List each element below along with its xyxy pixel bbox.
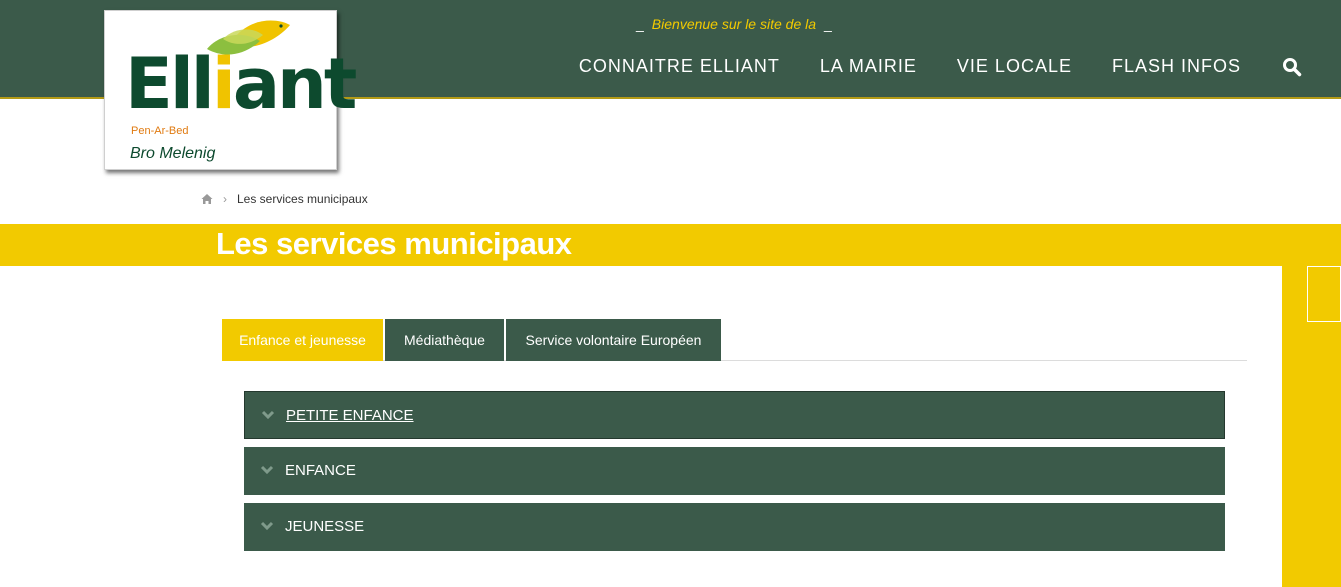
breadcrumb-separator: › [223,192,227,206]
nav-flash-infos[interactable]: FLASH INFOS [1112,56,1241,77]
tab-bar: Enfance et jeunesse Médiathèque Service … [222,319,1247,361]
nav-vie-locale[interactable]: VIE LOCALE [957,56,1072,77]
accordion-label[interactable]: ENFANCE [285,462,356,479]
search-button[interactable] [1282,57,1304,79]
home-icon[interactable] [201,193,213,205]
breadcrumb-current: Les services municipaux [237,192,368,206]
chevron-down-icon [260,521,274,531]
main-nav: CONNAITRE ELLIANT LA MAIRIE VIE LOCALE F… [539,56,1241,77]
page-title: Les services municipaux [216,226,572,261]
chevron-down-icon [260,465,274,475]
accordion-jeunesse[interactable]: JEUNESSE [244,503,1225,551]
side-widget[interactable] [1307,266,1341,322]
chevron-down-icon [261,410,275,420]
accordion-label[interactable]: JEUNESSE [285,518,364,535]
welcome-text: Bienvenue sur le site de la [651,16,817,32]
search-icon [1283,58,1302,77]
logo-subtitle: Pen-Ar-Bed [131,125,189,137]
accordion-label[interactable]: PETITE ENFANCE [286,407,414,424]
welcome-message: _ Bienvenue sur le site de la _ [628,16,840,32]
nav-connaitre-elliant[interactable]: CONNAITRE ELLIANT [579,56,780,77]
logo-wordmark: Elliant [125,43,357,125]
nav-la-mairie[interactable]: LA MAIRIE [820,56,917,77]
accordion-enfance[interactable]: ENFANCE [244,447,1225,495]
breadcrumb: › Les services municipaux [201,192,368,206]
site-logo[interactable]: Elliant Pen-Ar-Bed Bro Melenig [104,10,357,170]
tab-service-volontaire-europeen[interactable]: Service volontaire Européen [506,319,721,361]
tab-mediatheque[interactable]: Médiathèque [385,319,504,361]
welcome-dash-right: _ [824,16,832,32]
title-band [0,224,1341,266]
welcome-dash-left: _ [636,16,644,32]
tab-enfance-jeunesse[interactable]: Enfance et jeunesse [222,319,383,361]
accordion-petite-enfance[interactable]: PETITE ENFANCE [244,391,1225,439]
logo-tagline: Bro Melenig [130,145,216,162]
